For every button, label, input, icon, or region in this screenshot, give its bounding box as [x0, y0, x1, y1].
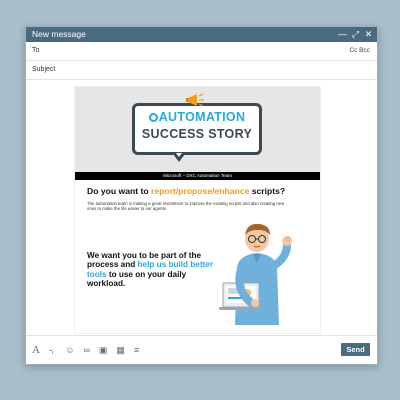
attach-icon[interactable]: ⌍	[49, 344, 56, 356]
logo-circle-icon	[148, 113, 158, 122]
flyer-banner: AUTOMATION SUCCESS STORY	[75, 87, 320, 172]
window-controls: — ⤢ ✕	[338, 27, 373, 42]
close-icon[interactable]: ✕	[364, 30, 373, 39]
title-bar: New message — ⤢ ✕	[26, 27, 377, 42]
more-icon[interactable]: ≡	[134, 344, 139, 356]
email-flyer: AUTOMATION SUCCESS STORY Microsoft – DXC…	[74, 86, 321, 334]
font-format-icon[interactable]: A	[32, 344, 40, 356]
headline-line1: AUTOMATION	[135, 110, 259, 124]
speech-bubble: AUTOMATION SUCCESS STORY	[132, 103, 262, 162]
pitch-text: We want you to be part of the process an…	[87, 251, 214, 289]
intro-paragraph: The automation team is making a great in…	[87, 201, 285, 212]
person-with-laptop-illustration	[219, 223, 292, 325]
link-icon[interactable]: ∞	[83, 344, 89, 356]
headline-line2: SUCCESS STORY	[141, 127, 253, 141]
formatting-icons: A ⌍ ☺ ∞ ▣ ▦ ≡	[32, 344, 139, 356]
to-label: To	[32, 47, 40, 54]
compose-window: New message — ⤢ ✕ To Cc Bcc Subject AUTO…	[25, 26, 378, 365]
subject-field[interactable]: Subject	[26, 61, 377, 80]
question-heading: Do you want to report/propose/enhance sc…	[87, 186, 286, 196]
to-field[interactable]: To Cc Bcc	[26, 42, 377, 61]
delete-icon[interactable]: ▦	[116, 344, 125, 356]
window-title: New message	[32, 29, 86, 39]
emoji-icon[interactable]: ☺	[65, 344, 74, 356]
question-highlight: report/propose/enhance	[150, 186, 250, 196]
subject-label: Subject	[32, 66, 56, 73]
compose-toolbar: A ⌍ ☺ ∞ ▣ ▦ ≡ Send	[26, 335, 377, 364]
cc-bcc-button[interactable]: Cc Bcc	[349, 42, 370, 60]
image-icon[interactable]: ▣	[99, 344, 108, 356]
message-body[interactable]: AUTOMATION SUCCESS STORY Microsoft – DXC…	[26, 81, 377, 335]
team-bar: Microsoft – DXC Automation Team	[75, 172, 320, 180]
send-button[interactable]: Send	[341, 343, 370, 356]
minimize-icon[interactable]: —	[338, 30, 347, 39]
megaphone-icon	[186, 93, 204, 107]
expand-icon[interactable]: ⤢	[351, 30, 360, 39]
